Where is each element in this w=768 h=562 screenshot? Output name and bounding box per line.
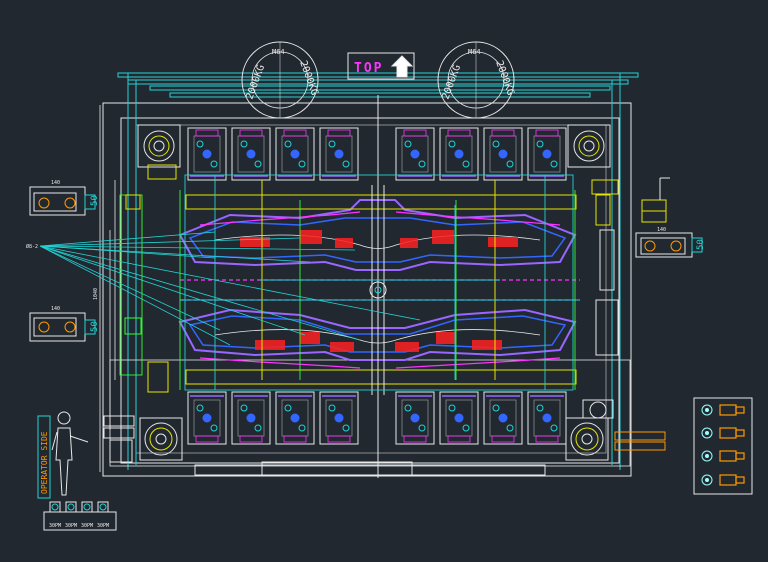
center-runner bbox=[369, 95, 387, 478]
left-side-features bbox=[103, 194, 142, 463]
water-port-label: 30PM bbox=[65, 523, 77, 529]
operator-side-label: OPERATOR SIDE bbox=[37, 415, 51, 499]
detail-left-top-dim-140: 140 bbox=[51, 180, 60, 186]
eyebolt-left-ring-text-b: 2000KG bbox=[297, 59, 320, 97]
cad-drawing-viewport[interactable]: 1040 M64 2000KG 2000KG M64 2000KG 2000KG… bbox=[0, 0, 768, 558]
guide-bushing-top-left bbox=[137, 124, 181, 168]
slider-block bbox=[275, 391, 315, 445]
water-port: 30PM bbox=[97, 501, 109, 529]
water-port: 30PM bbox=[81, 501, 93, 529]
slider-block bbox=[231, 127, 271, 181]
guide-bushing-bottom-right bbox=[565, 417, 609, 461]
callout-label: Ø8-2 bbox=[26, 243, 38, 250]
water-manifold-right bbox=[693, 397, 753, 495]
detail-view-right-clamp bbox=[641, 177, 670, 223]
top-label-box: TOP bbox=[347, 52, 415, 80]
detail-right-dim-140: 140 bbox=[657, 227, 666, 233]
slider-block bbox=[319, 127, 359, 181]
eyebolt-right-size: M64 bbox=[468, 48, 481, 56]
eyebolt-right-ring-text-b: 2000KG bbox=[493, 59, 516, 97]
water-port-label: 30PM bbox=[81, 523, 93, 529]
slider-block bbox=[483, 127, 523, 181]
detail-left-bottom-dim-140: 140 bbox=[51, 306, 60, 312]
slider-block bbox=[187, 127, 227, 181]
manifold-connector bbox=[701, 427, 745, 439]
slider-block bbox=[319, 391, 359, 445]
manifold-connector bbox=[701, 404, 745, 416]
operator-side-text: OPERATOR SIDE bbox=[40, 431, 49, 494]
slider-block bbox=[439, 391, 479, 445]
slider-block bbox=[187, 391, 227, 445]
water-ports-bottom-left: 30PM 30PM 30PM 30PM bbox=[43, 501, 117, 531]
guide-bushing-top-right bbox=[567, 124, 611, 168]
slider-block bbox=[483, 391, 523, 445]
slider-block bbox=[395, 127, 435, 181]
eyebolt-right-ring-text-a: 2000KG bbox=[440, 63, 463, 101]
slider-block bbox=[395, 391, 435, 445]
manifold-connector bbox=[701, 450, 745, 462]
up-arrow-icon bbox=[390, 55, 414, 78]
cad-canvas[interactable]: 1040 M64 2000KG 2000KG M64 2000KG 2000KG… bbox=[0, 0, 768, 558]
water-port-label: 30PM bbox=[97, 523, 109, 529]
slider-block bbox=[275, 127, 315, 181]
left-dimension-text: 1040 bbox=[93, 288, 99, 300]
detail-view-left-bottom: 50 140 bbox=[29, 306, 100, 342]
water-port: 30PM bbox=[65, 501, 77, 529]
water-port-label: 30PM bbox=[49, 523, 61, 529]
top-label-text: TOP bbox=[354, 61, 383, 76]
detail-right-dim-50: 50 bbox=[696, 239, 706, 250]
right-side-features bbox=[582, 179, 666, 451]
detail-view-left-top: 50 140 bbox=[29, 180, 100, 216]
slider-block bbox=[231, 391, 271, 445]
eyebolt-left-size: M64 bbox=[272, 48, 285, 56]
slider-block bbox=[527, 391, 567, 445]
operator-figure bbox=[51, 411, 89, 496]
detail-left-top-dim-50: 50 bbox=[90, 195, 100, 206]
eyebolt-left-ring-text-a: 2000KG bbox=[244, 63, 267, 101]
manifold-connector bbox=[701, 474, 745, 486]
guide-bushing-bottom-left bbox=[139, 417, 183, 461]
detail-view-right: 50 140 bbox=[635, 227, 706, 258]
slider-block bbox=[439, 127, 479, 181]
water-port: 30PM bbox=[49, 501, 61, 529]
magenta-channels bbox=[180, 211, 580, 369]
slider-block bbox=[527, 127, 567, 181]
detail-left-bottom-dim-50: 50 bbox=[90, 321, 100, 332]
